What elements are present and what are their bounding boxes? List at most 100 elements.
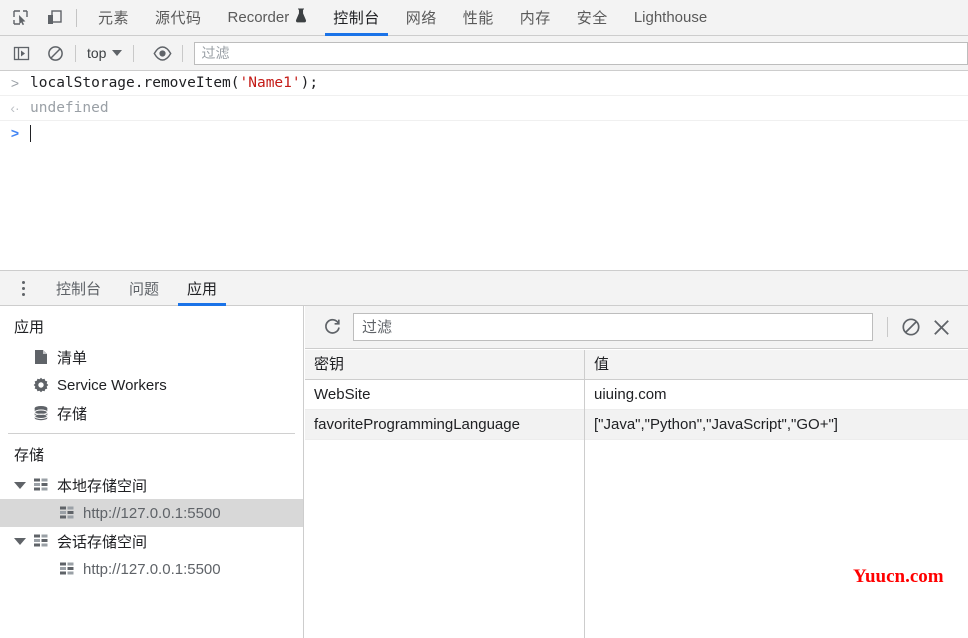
storage-filter-input[interactable] [353,313,873,341]
cell-key[interactable]: favoriteProgrammingLanguage [305,409,585,440]
column-header-key[interactable]: 密钥 [305,350,585,380]
toolbar-divider [887,317,888,337]
console-input-code: localStorage.removeItem('Name1'); [30,73,318,93]
drawer-tab-console[interactable]: 控制台 [42,271,115,306]
console-input-arrow-icon: > [10,75,20,91]
code-expression-start: localStorage.removeItem( [30,75,240,91]
console-prompt-arrow-icon: > [10,125,20,141]
chevron-down-icon[interactable] [14,537,26,545]
tab-console-label: 控制台 [333,10,380,27]
tab-memory-label: 内存 [519,10,551,27]
console-sidebar-icon[interactable] [8,40,34,66]
application-sidebar: 应用 清单 Service Workers 存储 存储 本地存储空间 http:… [0,306,304,638]
sidebar-item-session-storage[interactable]: 会话存储空间 [0,527,303,555]
code-expression-end: ); [300,75,319,91]
table-header-row: 密钥 值 [305,350,968,380]
tab-network[interactable]: 网络 [393,0,450,36]
device-toolbar-icon[interactable] [40,4,68,32]
manifest-document-icon [32,348,50,366]
toolbar-divider [133,44,135,62]
devtools-tabbar: 元素 源代码 Recorder 控制台 网络 性能 内存 安全 Lighthou… [0,0,968,36]
sidebar-item-local-storage-origin-label: http://127.0.0.1:5500 [83,504,221,522]
tab-network-label: 网络 [405,10,437,27]
sidebar-item-session-storage-origin[interactable]: http://127.0.0.1:5500 [0,555,303,583]
gear-icon [32,376,50,394]
code-string-literal: 'Name1' [239,75,301,91]
cell-key[interactable]: WebSite [305,379,585,410]
execution-context-value: top [87,45,107,61]
tab-sources-label: 源代码 [155,10,202,27]
tab-performance[interactable]: 性能 [450,0,507,36]
table-row[interactable]: WebSite uiuing.com [305,379,968,410]
database-stack-icon [32,404,50,422]
cell-value[interactable]: uiuing.com [585,380,968,410]
console-output: > localStorage.removeItem('Name1'); ‹· u… [0,71,968,270]
sidebar-item-storage[interactable]: 存储 [0,399,303,427]
console-filter-input[interactable] [194,41,968,65]
drawer-tab-application-label: 应用 [187,280,218,298]
tab-security[interactable]: 安全 [564,0,621,36]
table-grid-icon [32,532,50,550]
column-header-value[interactable]: 值 [585,350,968,380]
sidebar-item-service-workers-label: Service Workers [57,376,167,394]
text-caret [30,125,31,142]
tab-security-label: 安全 [576,10,608,27]
sidebar-item-local-storage-origin[interactable]: http://127.0.0.1:5500 [0,499,303,527]
drawer-tabbar: 控制台 问题 应用 [0,271,968,306]
drawer-tab-issues[interactable]: 问题 [115,271,173,306]
application-panel: 应用 清单 Service Workers 存储 存储 本地存储空间 http:… [0,306,968,638]
tab-recorder-label: Recorder [227,9,290,26]
tab-lighthouse-label: Lighthouse [633,9,708,26]
sidebar-item-local-storage[interactable]: 本地存储空间 [0,471,303,499]
sidebar-section-application-title: 应用 [14,319,45,336]
tab-performance-label: 性能 [462,10,494,27]
tab-sources[interactable]: 源代码 [142,0,215,36]
watermark: Yuucn.com [853,566,944,587]
tab-recorder[interactable]: Recorder [215,0,321,36]
sidebar-item-service-workers[interactable]: Service Workers [0,371,303,399]
drawer-tab-application[interactable]: 应用 [173,271,231,306]
drawer-tab-issues-label: 问题 [129,280,160,298]
tab-elements[interactable]: 元素 [85,0,142,36]
table-empty-value-column [585,440,968,638]
chevron-down-icon [112,50,123,56]
toolbar-divider [75,44,76,62]
storage-content: 密钥 值 WebSite uiuing.com favoriteProgramm… [305,306,968,638]
table-grid-icon [58,504,76,522]
chevron-down-icon[interactable] [14,481,26,489]
console-result-value: undefined [30,100,109,116]
console-return-arrow-icon: ‹· [10,100,20,116]
tab-console[interactable]: 控制台 [320,0,393,36]
sidebar-item-session-storage-label: 会话存储空间 [57,533,148,551]
console-prompt-input[interactable] [30,123,31,148]
sidebar-item-session-storage-origin-label: http://127.0.0.1:5500 [83,560,221,578]
console-toolbar: top [0,36,968,71]
console-prompt-row[interactable]: > [0,121,968,150]
live-expression-icon[interactable] [149,40,175,66]
sidebar-item-manifest[interactable]: 清单 [0,343,303,371]
tab-elements-label: 元素 [98,10,130,27]
storage-table: 密钥 值 WebSite uiuing.com favoriteProgramm… [305,350,968,638]
inspect-element-icon[interactable] [6,4,34,32]
flask-icon [295,8,307,27]
table-row[interactable]: favoriteProgrammingLanguage ["Java","Pyt… [305,409,968,440]
close-x-icon[interactable] [926,312,956,342]
sidebar-item-storage-label: 存储 [57,405,88,423]
tab-memory[interactable]: 内存 [507,0,564,36]
table-grid-icon [32,476,50,494]
tab-lighthouse[interactable]: Lighthouse [621,0,720,36]
sidebar-item-manifest-label: 清单 [57,349,88,367]
refresh-icon[interactable] [317,312,347,342]
execution-context-selector[interactable]: top [83,41,126,65]
drawer-menu-icon[interactable] [10,275,36,301]
console-message-input[interactable]: > localStorage.removeItem('Name1'); [0,71,968,96]
console-message-result: ‹· undefined [0,96,968,121]
clear-console-icon[interactable] [42,40,68,66]
clear-all-icon[interactable] [896,312,926,342]
storage-toolbar [305,306,968,349]
devtools-drawer: 控制台 问题 应用 应用 清单 Service Workers 存储 存储 本地… [0,270,968,638]
table-grid-icon [58,560,76,578]
toolbar-divider [76,8,77,27]
toolbar-divider [182,44,184,62]
cell-value[interactable]: ["Java","Python","JavaScript","GO+"] [585,410,968,440]
